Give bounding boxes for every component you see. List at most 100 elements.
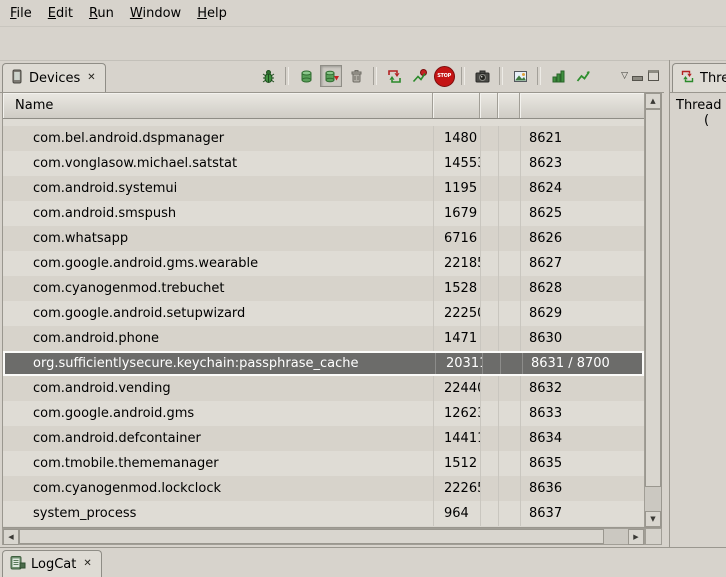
- empty-cell: [480, 201, 498, 226]
- table-row[interactable]: com.android.vending 22440 8632: [3, 376, 644, 401]
- stop-badge: STOP: [434, 66, 455, 87]
- process-pid: 22265: [433, 476, 480, 501]
- empty-cell: [498, 176, 520, 201]
- empty-cell: [480, 126, 498, 151]
- table-row[interactable]: com.android.phone 1471 8630: [3, 326, 644, 351]
- empty-cell: [498, 301, 520, 326]
- process-pid: 20311: [435, 353, 482, 374]
- vertical-scrollbar[interactable]: ▲ ▼: [644, 93, 661, 527]
- vertical-scrollbar-thumb[interactable]: [645, 109, 661, 487]
- scroll-right-icon[interactable]: ▶: [628, 529, 644, 545]
- capture-system-state-icon[interactable]: [547, 65, 569, 87]
- maximize-icon[interactable]: [647, 70, 660, 82]
- empty-cell: [498, 376, 520, 401]
- process-name: com.cyanogenmod.lockclock: [3, 476, 433, 501]
- menu-run[interactable]: Run: [81, 2, 122, 25]
- process-name: com.google.android.setupwizard: [3, 301, 433, 326]
- process-port: 8632: [520, 376, 644, 401]
- debug-icon[interactable]: [257, 65, 279, 87]
- table-row[interactable]: com.cyanogenmod.lockclock 22265 8636: [3, 476, 644, 501]
- tab-threads-label: Threads: [700, 71, 726, 86]
- column-header[interactable]: [480, 93, 498, 118]
- devices-tabbar: Devices ✕: [0, 60, 664, 93]
- view-menu-icon[interactable]: ▽: [621, 71, 628, 81]
- tab-devices[interactable]: Devices ✕: [2, 63, 106, 92]
- process-name: com.whatsapp: [3, 226, 433, 251]
- empty-cell: [480, 476, 498, 501]
- empty-cell: [498, 151, 520, 176]
- table-row[interactable]: com.android.smspush 1679 8625: [3, 201, 644, 226]
- empty-cell: [480, 151, 498, 176]
- scroll-up-icon[interactable]: ▲: [645, 93, 661, 109]
- tab-logcat-label: LogCat: [31, 557, 76, 572]
- stop-process-icon[interactable]: STOP: [433, 65, 455, 87]
- process-port: 8624: [520, 176, 644, 201]
- column-header[interactable]: [498, 93, 520, 118]
- empty-cell: [498, 476, 520, 501]
- devices-view: Devices ✕: [0, 60, 664, 548]
- scroll-left-icon[interactable]: ◀: [3, 529, 19, 545]
- network-statistics-icon[interactable]: [572, 65, 594, 87]
- process-pid: 12623: [433, 401, 480, 426]
- table-row[interactable]: com.cyanogenmod.trebuchet 1528 8628: [3, 276, 644, 301]
- table-row[interactable]: com.bel.android.dspmanager 1480 8621: [3, 126, 644, 151]
- threads-message: Thread up (: [670, 93, 726, 128]
- table-row[interactable]: com.vonglasow.michael.satstat 14553 8623: [3, 151, 644, 176]
- empty-cell: [498, 276, 520, 301]
- tab-threads[interactable]: Threads: [672, 63, 726, 92]
- process-name: com.android.smspush: [3, 201, 433, 226]
- menu-file[interactable]: File: [2, 2, 40, 25]
- scroll-down-icon[interactable]: ▼: [645, 511, 661, 527]
- empty-cell: [480, 426, 498, 451]
- empty-cell: [480, 326, 498, 351]
- start-method-profiling-icon[interactable]: [408, 65, 430, 87]
- table-row[interactable]: com.google.android.setupwizard 22250 862…: [3, 301, 644, 326]
- menu-edit[interactable]: Edit: [40, 2, 81, 25]
- process-pid: 1528: [433, 276, 480, 301]
- empty-cell: [480, 301, 498, 326]
- process-pid: 14553: [433, 151, 480, 176]
- table-row-selected[interactable]: org.sufficientlysecure.keychain:passphra…: [3, 351, 644, 376]
- table-row[interactable]: com.tmobile.thememanager 1512 8635: [3, 451, 644, 476]
- threads-message-line2: (: [676, 113, 726, 128]
- horizontal-scrollbar[interactable]: ◀ ▶: [2, 528, 645, 545]
- tab-devices-label: Devices: [29, 71, 80, 86]
- empty-cell: [498, 226, 520, 251]
- process-name: com.android.defcontainer: [3, 426, 433, 451]
- close-icon[interactable]: ✕: [81, 558, 93, 570]
- empty-cell: [500, 353, 522, 374]
- table-row[interactable]: com.android.systemui 1195 8624: [3, 176, 644, 201]
- minimize-icon[interactable]: [631, 70, 644, 82]
- process-pid: 1480: [433, 126, 480, 151]
- screen-capture-icon[interactable]: [471, 65, 493, 87]
- dump-view-hierarchy-icon[interactable]: [509, 65, 531, 87]
- column-header-name[interactable]: Name: [3, 93, 433, 118]
- process-name: com.google.android.gms: [3, 401, 433, 426]
- menu-window[interactable]: Window: [122, 2, 189, 25]
- device-icon: [10, 69, 24, 88]
- update-heap-icon[interactable]: [295, 65, 317, 87]
- close-icon[interactable]: ✕: [85, 72, 97, 84]
- dump-hprof-icon[interactable]: [320, 65, 342, 87]
- table-row[interactable]: system_process 964 8637: [3, 501, 644, 526]
- empty-cell: [498, 401, 520, 426]
- horizontal-scrollbar-thumb[interactable]: [19, 529, 604, 544]
- cause-gc-icon[interactable]: [345, 65, 367, 87]
- tab-logcat[interactable]: LogCat ✕: [2, 550, 102, 577]
- main-toolbar: [0, 26, 726, 61]
- table-row[interactable]: com.whatsapp 6716 8626: [3, 226, 644, 251]
- table-row[interactable]: com.google.android.gms 12623 8633: [3, 401, 644, 426]
- table-row[interactable]: com.android.defcontainer 14411 8634: [3, 426, 644, 451]
- process-port: 8633: [520, 401, 644, 426]
- empty-cell: [482, 353, 500, 374]
- menu-help[interactable]: Help: [189, 2, 235, 25]
- empty-cell: [498, 426, 520, 451]
- threads-view: Threads Thread up (: [669, 60, 726, 548]
- table-row[interactable]: com.google.android.gms.wearable 22185 86…: [3, 251, 644, 276]
- column-header-pid[interactable]: [433, 93, 480, 118]
- process-port: 8634: [520, 426, 644, 451]
- column-header-port[interactable]: [520, 93, 644, 118]
- process-port: 8629: [520, 301, 644, 326]
- update-threads-icon[interactable]: [383, 65, 405, 87]
- process-pid: 14411: [433, 426, 480, 451]
